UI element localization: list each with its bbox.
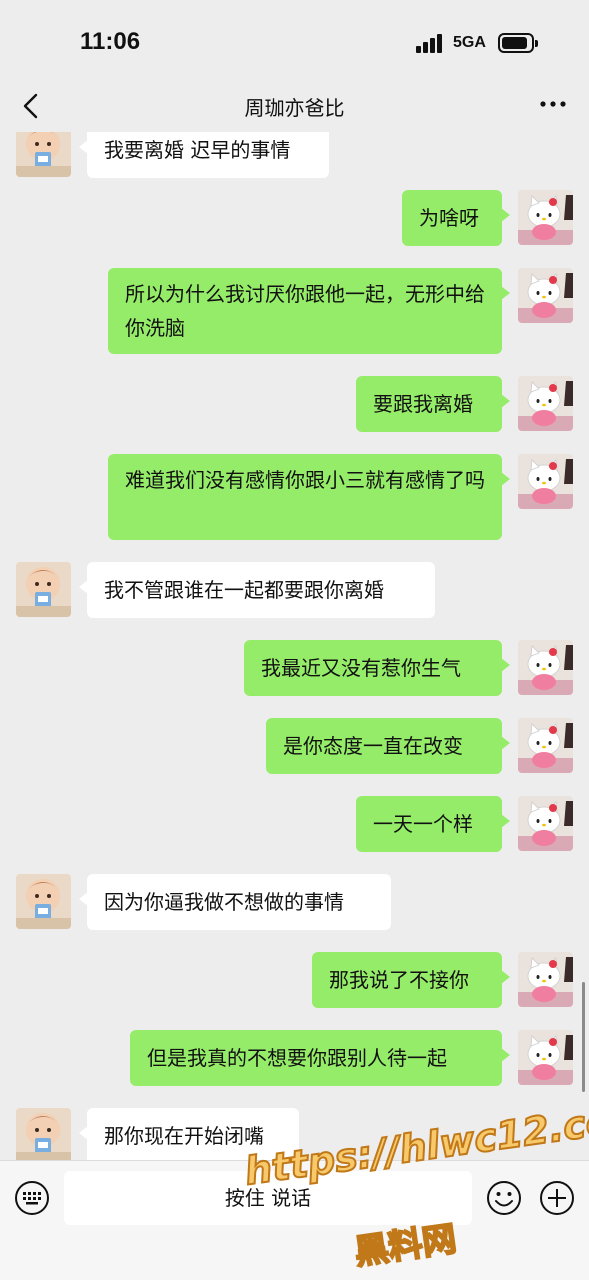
status-time: 11:06 bbox=[80, 28, 141, 55]
keyboard-icon[interactable] bbox=[14, 1180, 50, 1216]
sent-message-bubble[interactable]: 所以为什么我讨厌你跟他一起，无形中给你洗脑 bbox=[108, 268, 510, 354]
message-row: 我不管跟谁在一起都要跟你离婚 bbox=[0, 562, 589, 618]
message-row: 但是我真的不想要你跟别人待一起 bbox=[0, 1030, 589, 1086]
message-row: 那我说了不接你 bbox=[0, 952, 589, 1008]
message-row: 因为你逼我做不想做的事情 bbox=[0, 874, 589, 930]
message-row: 为啥呀 bbox=[0, 190, 589, 246]
my-avatar[interactable] bbox=[518, 718, 573, 773]
message-list[interactable]: 我要离婚 迟早的事情为啥呀所以为什么我讨厌你跟他一起，无形中给你洗脑要跟我离婚难… bbox=[0, 132, 589, 1160]
message-row: 我最近又没有惹你生气 bbox=[0, 640, 589, 696]
received-message-bubble[interactable]: 我要离婚 迟早的事情 bbox=[79, 132, 329, 178]
sent-message-bubble[interactable]: 我最近又没有惹你生气 bbox=[244, 640, 510, 696]
input-bar: 按住 说话 bbox=[0, 1160, 589, 1280]
my-avatar[interactable] bbox=[518, 640, 573, 695]
hold-to-talk-button[interactable]: 按住 说话 bbox=[64, 1171, 472, 1225]
sent-message-bubble[interactable]: 要跟我离婚 bbox=[356, 376, 510, 432]
message-row: 要跟我离婚 bbox=[0, 376, 589, 432]
chat-header: 周珈亦爸比 bbox=[0, 80, 589, 132]
status-bar: 11:06 5GA bbox=[0, 0, 589, 88]
received-message-bubble[interactable]: 因为你逼我做不想做的事情 bbox=[79, 874, 391, 930]
chat-title: 周珈亦爸比 bbox=[244, 96, 345, 120]
contact-avatar[interactable] bbox=[16, 562, 71, 617]
sent-message-bubble[interactable]: 那我说了不接你 bbox=[312, 952, 510, 1008]
contact-avatar[interactable] bbox=[16, 132, 71, 177]
sent-message-bubble[interactable]: 但是我真的不想要你跟别人待一起 bbox=[130, 1030, 510, 1086]
received-message-bubble[interactable]: 那你现在开始闭嘴 bbox=[79, 1108, 299, 1160]
message-row: 一天一个样 bbox=[0, 796, 589, 852]
contact-avatar[interactable] bbox=[16, 1108, 71, 1160]
my-avatar[interactable] bbox=[518, 454, 573, 509]
message-row: 所以为什么我讨厌你跟他一起，无形中给你洗脑 bbox=[0, 268, 589, 354]
my-avatar[interactable] bbox=[518, 376, 573, 431]
my-avatar[interactable] bbox=[518, 190, 573, 245]
network-label: 5GA bbox=[453, 34, 486, 51]
plus-icon[interactable] bbox=[539, 1180, 575, 1216]
sent-message-bubble[interactable]: 一天一个样 bbox=[356, 796, 510, 852]
my-avatar[interactable] bbox=[518, 268, 573, 323]
my-avatar[interactable] bbox=[518, 1030, 573, 1085]
message-row: 那你现在开始闭嘴 bbox=[0, 1108, 589, 1160]
sent-message-bubble[interactable]: 为啥呀 bbox=[402, 190, 510, 246]
contact-avatar[interactable] bbox=[16, 874, 71, 929]
sent-message-bubble[interactable]: 是你态度一直在改变 bbox=[266, 718, 510, 774]
emoji-icon[interactable] bbox=[486, 1180, 522, 1216]
signal-icon bbox=[416, 33, 446, 53]
message-row: 是你态度一直在改变 bbox=[0, 718, 589, 774]
received-message-bubble[interactable]: 我不管跟谁在一起都要跟你离婚 bbox=[79, 562, 435, 618]
scrollbar-thumb[interactable] bbox=[582, 982, 585, 1092]
sent-message-bubble[interactable]: 难道我们没有感情你跟小三就有感情了吗 bbox=[108, 454, 510, 540]
more-dots-icon[interactable] bbox=[539, 94, 567, 114]
battery-icon bbox=[498, 33, 538, 53]
message-row: 我要离婚 迟早的事情 bbox=[0, 132, 589, 178]
battery-level bbox=[502, 37, 528, 49]
my-avatar[interactable] bbox=[518, 796, 573, 851]
my-avatar[interactable] bbox=[518, 952, 573, 1007]
message-row: 难道我们没有感情你跟小三就有感情了吗 bbox=[0, 454, 589, 540]
